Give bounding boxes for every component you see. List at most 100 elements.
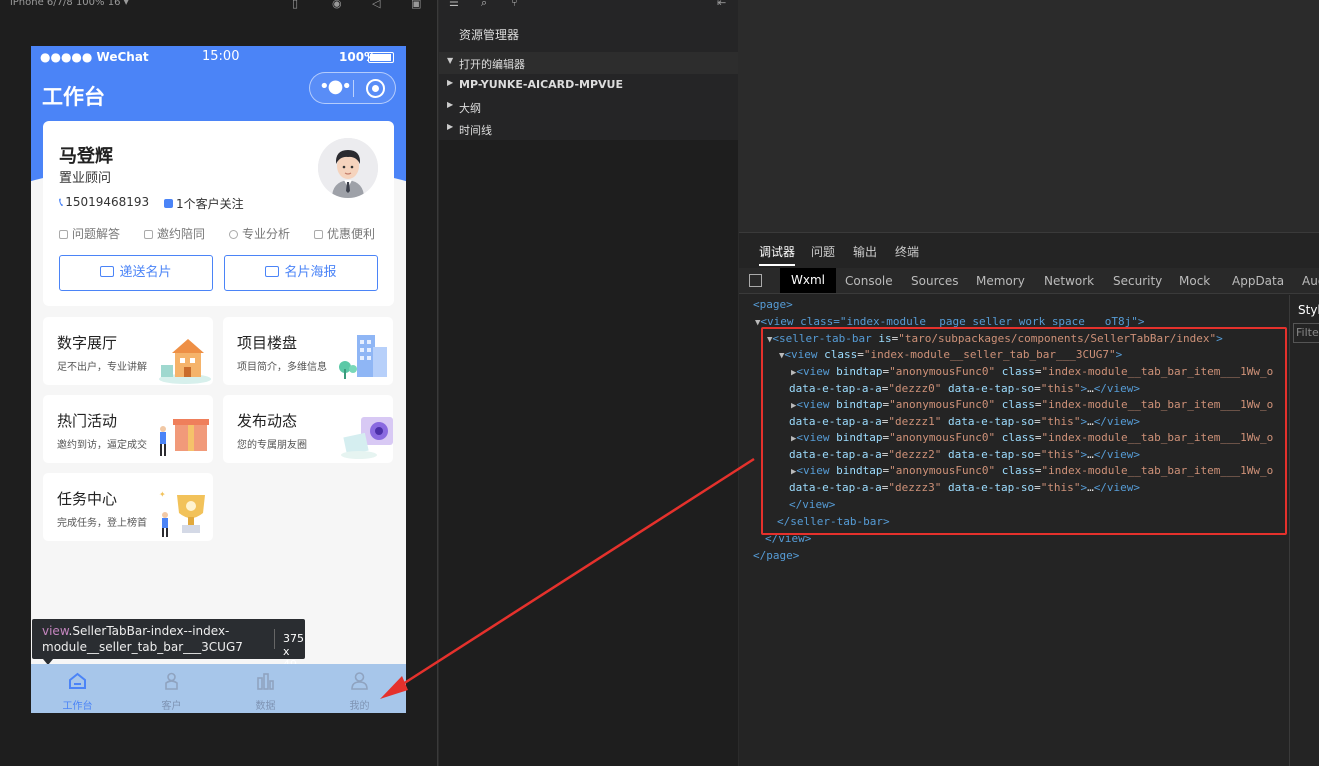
tab-label: 客户 [161, 701, 182, 712]
tag-text: <page> [753, 298, 793, 311]
card-poster-button[interactable]: 名片海报 [224, 255, 378, 291]
tab-audits[interactable]: Aud [1302, 274, 1319, 288]
tab-appdata[interactable]: AppData [1232, 274, 1284, 288]
battery-icon [368, 52, 394, 63]
card-poster-label: 名片海报 [284, 265, 337, 280]
section-label: 打开的编辑器 [459, 58, 525, 71]
profile-card: 马登辉 置业顾问 📞︎ 15019468193 1个客户关注 问题解答 邀约陪同… [43, 121, 394, 306]
tab-terminal[interactable]: 终端 [895, 243, 919, 260]
feature-qa: 问题解答 [59, 225, 120, 242]
bar-chart-icon [257, 673, 274, 690]
ide-window: iPhone 6/7/8 100% 16 ▾ ▯ ◉ ◁ ▣ ●●●●● WeC… [0, 0, 1319, 766]
mute-icon[interactable]: ◁ [372, 0, 384, 10]
image-icon [265, 266, 280, 277]
section-open-editors[interactable]: ▼ 打开的编辑器 [439, 52, 738, 74]
tab-customers[interactable]: 客户 [125, 664, 218, 713]
svg-text:✦: ✦ [159, 490, 166, 499]
section-label: 时间线 [459, 124, 492, 137]
feature-accompany: 邀约陪同 [144, 225, 205, 242]
styles-tab[interactable]: Styl [1298, 303, 1319, 317]
device-selector[interactable]: iPhone 6/7/8 100% 16 ▾ [10, 0, 129, 8]
more-icon[interactable]: •●• [319, 76, 352, 98]
simulator-pane: iPhone 6/7/8 100% 16 ▾ ▯ ◉ ◁ ▣ ●●●●● WeC… [0, 0, 438, 766]
feature-label: 优惠便利 [327, 227, 376, 241]
profile-role: 置业顾问 [59, 171, 112, 186]
tab-mock[interactable]: Mock [1179, 274, 1210, 288]
wxml-tree: <page> ▼<view class="index-module__page_… [739, 295, 1289, 766]
accompany-icon [144, 230, 153, 239]
phone-icon[interactable]: ▯ [292, 0, 304, 10]
branch-icon[interactable]: ⑂ [511, 0, 518, 9]
styles-panel: Styl Filte [1289, 295, 1319, 766]
tab-workspace[interactable]: 工作台 [31, 664, 124, 713]
customer-icon [165, 672, 178, 690]
tooltip-selector-line-1: view.SellerTabBar-index--index- [42, 624, 229, 638]
styles-filter-input[interactable]: Filte [1293, 323, 1319, 343]
tab-data[interactable]: 数据 [219, 664, 312, 713]
tab-label: 工作台 [62, 701, 93, 712]
tile-task-center[interactable]: 任务中心 完成任务，登上榜首 ✦ [43, 473, 213, 541]
tab-memory[interactable]: Memory [976, 274, 1025, 288]
tile-subtitle: 您的专属朋友圈 [237, 440, 307, 451]
analysis-icon [229, 230, 238, 239]
tile-project-listings[interactable]: 项目楼盘 项目简介，多维信息 [223, 317, 393, 385]
explorer-title: 资源管理器 [459, 28, 520, 42]
profile-phone[interactable]: 📞︎ 15019468193 [59, 195, 149, 210]
simulator-toolbar: iPhone 6/7/8 100% 16 ▾ ▯ ◉ ◁ ▣ [0, 0, 438, 12]
house-illustration [159, 339, 211, 384]
search-icon[interactable]: ⌕ [481, 0, 487, 10]
phone-number: 15019468193 [65, 195, 150, 209]
tooltip-tag: view [42, 624, 69, 638]
phone-screen: ●●●●● WeChat 15:00 100% 工作台 •●• 马登辉 置业顾问… [31, 46, 406, 713]
tile-title: 发布动态 [237, 412, 298, 430]
tab-mine[interactable]: 我的 [313, 664, 406, 713]
section-project[interactable]: ▶ MP-YUNKE-AICARD-MPVUE [439, 74, 738, 96]
explorer-toolbar: ☰ ⌕ ⑂ [439, 0, 738, 12]
section-label: 大纲 [459, 102, 481, 115]
node-page-close[interactable]: </page> [753, 548, 799, 565]
tile-digital-showroom[interactable]: 数字展厅 足不出户，专业讲解 [43, 317, 213, 385]
qa-icon [59, 230, 68, 239]
tab-network[interactable]: Network [1044, 274, 1094, 288]
tab-sources[interactable]: Sources [911, 274, 958, 288]
tag-text: </page> [753, 549, 800, 562]
section-timeline[interactable]: ▶ 时间线 [439, 118, 738, 140]
card-icon [100, 266, 115, 277]
tile-hot-events[interactable]: 热门活动 邀约到访，逼定成交 [43, 395, 213, 463]
gift-illustration [160, 419, 209, 456]
tooltip-class: .SellerTabBar-index--index- [68, 624, 230, 638]
follow-icon [164, 199, 173, 208]
close-target-icon[interactable] [366, 79, 385, 98]
buildings-illustration [339, 335, 387, 379]
copy-icon[interactable]: ▣ [411, 0, 423, 10]
tab-problems[interactable]: 问题 [811, 243, 835, 260]
feature-discount: 优惠便利 [314, 225, 375, 242]
home-icon [69, 672, 86, 689]
section-outline[interactable]: ▶ 大纲 [439, 96, 738, 118]
devtools-top-tabs: 调试器 问题 输出 终端 [739, 233, 1319, 266]
tile-subtitle: 完成任务，登上榜首 [57, 518, 147, 529]
node-page-open[interactable]: <page> [753, 297, 793, 314]
avatar [318, 138, 378, 198]
element-inspect-tooltip: view.SellerTabBar-index--index- module__… [32, 619, 305, 671]
tooltip-selector-line-2: module__seller_tab_bar___3CUG7 [42, 640, 243, 654]
tab-wxml[interactable]: Wxml [780, 268, 836, 293]
feature-analysis: 专业分析 [229, 225, 290, 242]
mini-program-capsule[interactable]: •●• [309, 72, 396, 104]
chevron-right-icon: ▶ [447, 100, 454, 109]
tab-security[interactable]: Security [1113, 274, 1162, 288]
tab-debugger[interactable]: 调试器 [759, 243, 796, 266]
send-card-button[interactable]: 递送名片 [59, 255, 213, 291]
tab-output[interactable]: 输出 [853, 243, 877, 260]
inspect-element-icon[interactable] [749, 274, 762, 287]
record-icon[interactable]: ◉ [332, 0, 344, 10]
panel-toggle-icon[interactable]: ⇤ [717, 0, 726, 9]
tab-console[interactable]: Console [845, 274, 893, 288]
discount-icon [314, 230, 323, 239]
list-icon[interactable]: ☰ [449, 0, 459, 9]
tile-subtitle: 项目简介，多维信息 [237, 362, 327, 373]
tile-publish-posts[interactable]: 发布动态 您的专属朋友圈 [223, 395, 393, 463]
capsule-divider [353, 80, 354, 97]
tile-title: 项目楼盘 [237, 334, 298, 352]
chevron-right-icon: ▶ [447, 122, 454, 131]
